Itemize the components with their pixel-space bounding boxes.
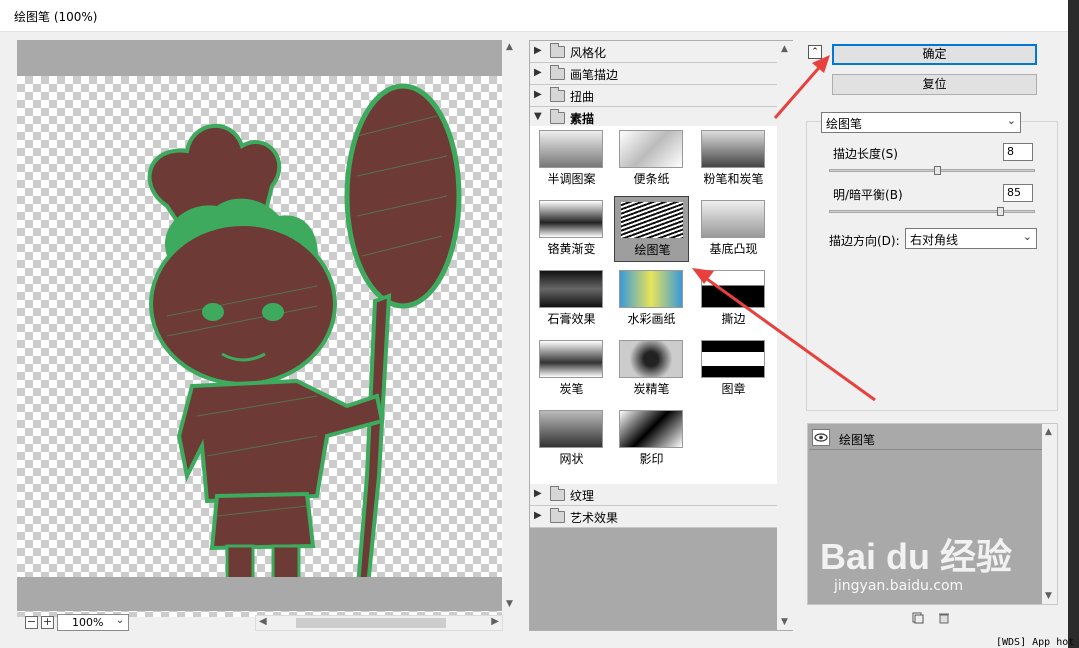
light-dark-balance-label: 明/暗平衡(B)	[833, 188, 903, 202]
chef-figure-image	[147, 83, 462, 603]
filter-stamp[interactable]: 图章	[696, 336, 771, 402]
filter-gallery: ▶ 风格化 ▶ 画笔描边 ▶ 扭曲 ▼ 素描 半调图案 便条纸 粉笔和炭笔 铬黄…	[529, 40, 793, 631]
background-status-text: [WDS] App hot	[996, 637, 1075, 648]
scroll-thumb[interactable]	[296, 618, 446, 628]
folder-icon	[550, 87, 565, 102]
filter-list-scrollbar[interactable]: ▲ ▼	[777, 41, 793, 630]
chevron-down-icon: ⌄	[1022, 230, 1032, 243]
effect-layers-panel: 绘图笔 ▲ ▼	[807, 423, 1058, 605]
slider-knob[interactable]	[934, 166, 941, 175]
category-artistic[interactable]: ▶ 艺术效果	[530, 506, 777, 528]
filter-thumbnail	[620, 201, 684, 239]
filter-charcoal[interactable]: 炭笔	[534, 336, 609, 402]
background-window-edge	[1068, 0, 1079, 648]
title-bar: 绘图笔 (100%)	[0, 0, 1079, 32]
stroke-length-slider[interactable]	[829, 166, 1035, 175]
filter-thumbnail	[539, 130, 603, 168]
eye-icon[interactable]	[812, 429, 830, 446]
stroke-direction-label: 描边方向(D):	[829, 234, 900, 248]
filter-note-paper[interactable]: 便条纸	[614, 126, 689, 192]
folder-icon	[550, 65, 565, 80]
filter-photocopy[interactable]: 影印	[614, 406, 689, 472]
folder-icon	[550, 508, 565, 523]
new-effect-layer-icon[interactable]	[912, 612, 924, 624]
expand-arrow-icon[interactable]: ▶	[534, 67, 542, 78]
expand-arrow-icon[interactable]: ▶	[534, 488, 542, 499]
light-dark-balance-input[interactable]: 85	[1003, 184, 1033, 202]
zoom-out-button[interactable]: −	[25, 616, 38, 629]
filter-thumbnail-grid: 半调图案 便条纸 粉笔和炭笔 铬黄渐变 绘图笔 基底凸现 石膏效果 水彩画纸 撕…	[530, 126, 777, 484]
expand-arrow-icon[interactable]: ▶	[534, 45, 542, 56]
filter-halftone[interactable]: 半调图案	[534, 126, 609, 192]
stroke-length-label: 描边长度(S)	[833, 147, 898, 161]
filter-thumbnail	[619, 130, 683, 168]
chevron-down-icon[interactable]: ⌄	[112, 615, 128, 629]
effect-layer-row[interactable]: 绘图笔	[809, 426, 1042, 450]
scroll-up-icon[interactable]: ▲	[781, 44, 788, 54]
preview-canvas[interactable]	[17, 76, 502, 617]
filter-thumbnail	[619, 340, 683, 378]
filter-select[interactable]: 绘图笔 ⌄	[821, 112, 1021, 133]
category-brush-strokes[interactable]: ▶ 画笔描边	[530, 63, 777, 85]
zoom-in-button[interactable]: +	[41, 616, 54, 629]
preview-vertical-scrollbar[interactable]: ▲ ▼	[503, 40, 518, 611]
folder-icon	[550, 486, 565, 501]
expand-arrow-icon[interactable]: ▶	[534, 89, 542, 100]
chevron-down-icon: ⌄	[1006, 114, 1016, 127]
preview-panel: ▲ ▼	[17, 40, 518, 632]
window-title: 绘图笔 (100%)	[14, 10, 98, 24]
effect-layer-name: 绘图笔	[839, 433, 876, 447]
preview-horizontal-scrollbar[interactable]: ◀ ▶	[255, 615, 503, 631]
scroll-up-icon[interactable]: ▲	[506, 42, 513, 52]
scroll-down-icon[interactable]: ▼	[781, 617, 788, 627]
filter-plaster[interactable]: 石膏效果	[534, 266, 609, 332]
filter-water-paper[interactable]: 水彩画纸	[614, 266, 689, 332]
filter-torn-edges[interactable]: 撕边	[696, 266, 771, 332]
filter-thumbnail	[619, 410, 683, 448]
filter-thumbnail	[539, 410, 603, 448]
scroll-right-icon[interactable]: ▶	[491, 616, 499, 627]
filter-thumbnail	[701, 200, 765, 238]
category-stylize[interactable]: ▶ 风格化	[530, 41, 777, 63]
filter-thumbnail	[619, 270, 683, 308]
folder-icon	[550, 109, 565, 124]
preview-top-band	[17, 40, 502, 76]
zoom-bar: − + 100% ⌄ ◀ ▶	[17, 613, 518, 632]
category-texture[interactable]: ▶ 纹理	[530, 484, 777, 506]
filter-reticulation[interactable]: 网状	[534, 406, 609, 472]
light-dark-balance-slider[interactable]	[829, 207, 1035, 216]
collapse-arrow-icon[interactable]: ▼	[534, 111, 542, 122]
layers-scrollbar[interactable]: ▲ ▼	[1042, 424, 1057, 604]
zoom-value: 100%	[72, 616, 104, 629]
filter-thumbnail	[539, 200, 603, 238]
slider-knob[interactable]	[997, 207, 1004, 216]
scroll-down-icon[interactable]: ▼	[1045, 591, 1052, 601]
reset-button[interactable]: 复位	[832, 74, 1037, 95]
expand-arrow-icon[interactable]: ▶	[534, 510, 542, 521]
filter-bas-relief[interactable]: 基底凸现	[696, 196, 771, 262]
collapse-icon[interactable]: ⌃	[808, 45, 822, 59]
filter-settings-panel: 绘图笔 ⌄ 描边长度(S) 8 明/暗平衡(B) 85 描边方向(D): 右对角…	[806, 112, 1058, 411]
filter-chrome[interactable]: 铬黄渐变	[534, 196, 609, 262]
filter-thumbnail	[539, 340, 603, 378]
category-distort[interactable]: ▶ 扭曲	[530, 85, 777, 107]
stroke-direction-select[interactable]: 右对角线 ⌄	[905, 228, 1037, 249]
scroll-left-icon[interactable]: ◀	[259, 616, 267, 627]
filter-graphic-pen-selected[interactable]: 绘图笔	[614, 196, 689, 262]
filter-chalk-charcoal[interactable]: 粉笔和炭笔	[696, 126, 771, 192]
folder-icon	[550, 43, 565, 58]
scroll-up-icon[interactable]: ▲	[1045, 427, 1052, 437]
filter-thumbnail	[701, 270, 765, 308]
scroll-down-icon[interactable]: ▼	[506, 599, 513, 609]
delete-effect-layer-icon[interactable]	[938, 612, 950, 624]
filter-thumbnail	[701, 340, 765, 378]
filter-thumbnail	[539, 270, 603, 308]
ok-button[interactable]: 确定	[832, 44, 1037, 65]
filter-conte-crayon[interactable]: 炭精笔	[614, 336, 689, 402]
filter-thumbnail	[701, 130, 765, 168]
stroke-length-input[interactable]: 8	[1003, 143, 1033, 161]
preview-bottom-band	[17, 577, 502, 611]
